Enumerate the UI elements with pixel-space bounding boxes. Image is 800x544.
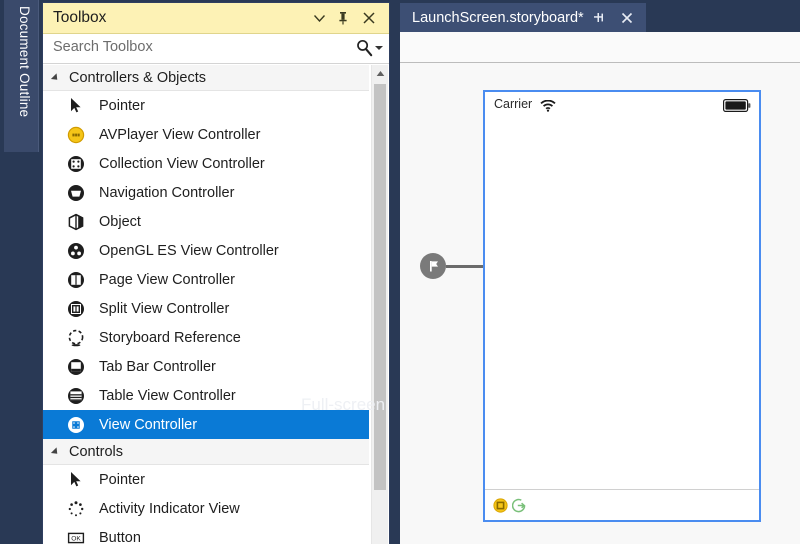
toolbox-search-row [43,34,389,64]
group-expand-arrow-icon [50,73,61,83]
toolbox-item[interactable]: Tab Bar Controller [43,352,369,381]
group-expand-arrow-icon [50,447,61,457]
toolbox-panel: Toolbox Search Toolbox Controllers & Obj… [42,2,390,544]
toolbox-group-label: Controls [69,444,123,460]
toolbox-list-scroll-area[interactable]: Controllers & Objects Pointer AVPlayer Vie… [43,65,389,544]
chevron-down-icon[interactable] [309,8,329,28]
search-input[interactable] [51,38,345,56]
toolbox-item-label: Activity Indicator View [99,500,240,517]
sidebar-tab-document-outline[interactable]: Document Outline [4,0,39,152]
editor-tab-strip: LaunchScreen.storyboard* [392,0,800,32]
toolbox-item-label: OpenGL ES View Controller [99,242,279,259]
pin-icon[interactable] [589,7,611,29]
view-controller-icon [65,414,87,436]
close-icon[interactable] [616,7,638,29]
toolbox-item-label: AVPlayer View Controller [99,126,261,143]
toolbox-item[interactable]: Storyboard Reference [43,323,369,352]
navigation-controller-icon [65,182,87,204]
tab-title: LaunchScreen.storyboard* [412,9,584,26]
opengl-es-icon [65,240,87,262]
left-tool-strip: Document Outline [0,0,42,544]
toolbox-group-header[interactable]: Controls [43,439,369,465]
pointer-icon [65,95,87,117]
toolbox-item-label: Page View Controller [99,271,235,288]
document-outline-label: Document Outline [17,6,32,118]
toolbox-item[interactable]: Pointer [43,91,369,120]
toolbox-item-label: Navigation Controller [99,184,235,201]
scrollbar-thumb[interactable] [374,84,386,490]
search-options-chevron-icon[interactable] [375,46,383,50]
avplayer-icon [65,124,87,146]
toolbox-item[interactable]: OpenGL ES View Controller [43,236,369,265]
search-icon[interactable] [356,39,373,62]
activity-indicator-icon [65,498,87,520]
pointer-icon [65,469,87,491]
toolbox-item[interactable]: Table View Controller [43,381,369,410]
toolbox-item[interactable]: Pointer [43,465,369,494]
page-view-icon [65,269,87,291]
button-icon: OK [65,527,87,544]
collection-view-icon [65,153,87,175]
app-window: Document Outline Toolbox Search Toolbox … [0,0,800,544]
toolbox-group-header[interactable]: Controllers & Objects [43,65,369,91]
toolbox-item[interactable]: Page View Controller [43,265,369,294]
toolbox-scrollbar[interactable] [371,65,388,544]
tab-bar-icon [65,356,87,378]
toolbox-list: Controllers & Objects Pointer AVPlayer Vie… [43,65,369,544]
scene-dock [485,489,759,520]
object-icon [65,211,87,233]
split-view-icon [65,298,87,320]
storyboard-canvas[interactable]: Carrier [400,63,800,544]
wifi-icon [540,99,556,117]
toolbox-item[interactable]: Activity Indicator View [43,494,369,523]
carrier-label: Carrier [494,97,533,111]
device-content-area[interactable] [485,120,759,490]
toolbox-item-label: Split View Controller [99,300,230,317]
toolbox-item-label: View Controller [99,416,198,433]
toolbox-item[interactable]: Navigation Controller [43,178,369,207]
view-controller-scene-icon[interactable] [493,497,508,513]
device-status-bar: Carrier [485,92,759,120]
toolbox-item-label: Button [99,529,141,544]
toolbox-item-label: Pointer [99,471,145,488]
view-controller-scene[interactable]: Carrier [483,90,761,522]
tab-launchscreen-storyboard[interactable]: LaunchScreen.storyboard* [400,3,646,32]
toolbox-item-label: Pointer [99,97,145,114]
editor-area: LaunchScreen.storyboard* Carrier [392,0,800,544]
toolbox-item-label: Storyboard Reference [99,329,241,346]
close-icon[interactable] [359,8,379,28]
toolbox-item-label: Object [99,213,141,230]
toolbox-item[interactable]: Object [43,207,369,236]
toolbox-group-label: Controllers & Objects [69,70,206,86]
toolbox-title: Toolbox [53,9,107,26]
scroll-up-arrow-icon[interactable] [372,65,388,81]
flag-icon[interactable] [420,253,446,279]
toolbox-header: Toolbox [43,3,389,34]
toolbox-item[interactable]: AVPlayer View Controller [43,120,369,149]
svg-text:OK: OK [71,535,81,542]
table-view-icon [65,385,87,407]
toolbox-item[interactable]: View Controller [43,410,369,439]
toolbox-item[interactable]: Split View Controller [43,294,369,323]
toolbox-item[interactable]: OK Button [43,523,369,544]
toolbox-item-label: Tab Bar Controller [99,358,216,375]
exit-segue-icon[interactable] [512,498,527,513]
battery-icon [723,99,751,117]
pin-icon[interactable] [333,8,353,28]
toolbox-item-label: Table View Controller [99,387,236,404]
editor-toolbar [400,32,800,63]
toolbox-item-label: Collection View Controller [99,155,265,172]
storyboard-reference-icon [65,327,87,349]
toolbox-item[interactable]: Collection View Controller [43,149,369,178]
